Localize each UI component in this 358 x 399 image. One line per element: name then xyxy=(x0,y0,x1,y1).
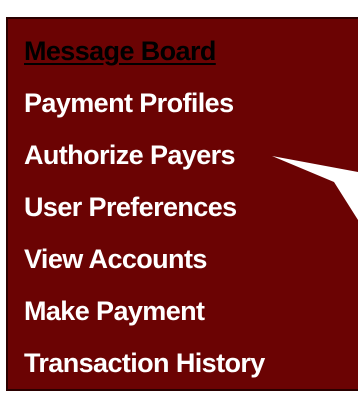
menu-item-transaction-history[interactable]: Transaction History xyxy=(24,345,265,397)
callout-arrow-icon xyxy=(272,156,358,220)
menu-item-authorize-payers[interactable]: Authorize Payers xyxy=(24,137,265,189)
menu-item-message-board[interactable]: Message Board xyxy=(24,33,265,85)
menu-item-user-preferences[interactable]: User Preferences xyxy=(24,189,265,241)
menu-list: Message Board Payment Profiles Authorize… xyxy=(24,33,265,397)
menu-item-view-accounts[interactable]: View Accounts xyxy=(24,241,265,293)
menu-item-payment-profiles[interactable]: Payment Profiles xyxy=(24,85,265,137)
menu-item-make-payment[interactable]: Make Payment xyxy=(24,293,265,345)
page: Message Board Payment Profiles Authorize… xyxy=(0,0,358,399)
